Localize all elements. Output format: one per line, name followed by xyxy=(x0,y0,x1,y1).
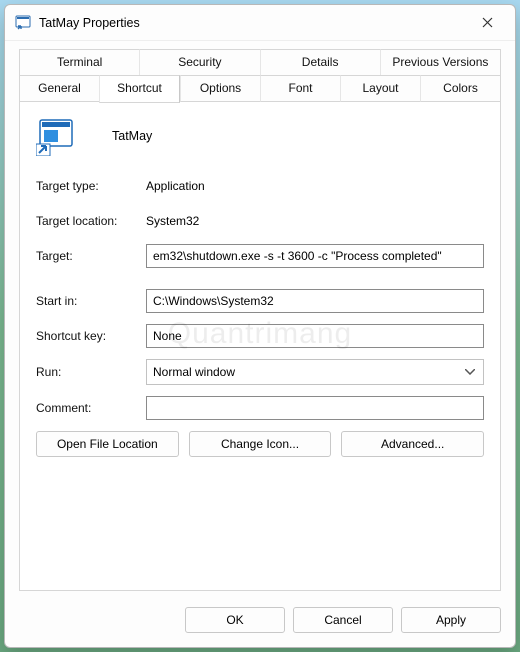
label-run: Run: xyxy=(36,365,146,379)
tab-security[interactable]: Security xyxy=(139,49,259,75)
label-comment: Comment: xyxy=(36,401,146,415)
tab-layout[interactable]: Layout xyxy=(340,75,420,102)
tab-font[interactable]: Font xyxy=(260,75,340,102)
label-target-type: Target type: xyxy=(36,179,146,193)
tab-colors[interactable]: Colors xyxy=(420,75,500,102)
shortcut-key-input[interactable] xyxy=(146,324,484,348)
label-target-location: Target location: xyxy=(36,214,146,228)
label-shortcut-key: Shortcut key: xyxy=(36,329,146,343)
shortcut-name: TatMay xyxy=(112,129,152,143)
advanced-button[interactable]: Advanced... xyxy=(341,431,484,457)
app-icon xyxy=(15,15,31,31)
shortcut-icon xyxy=(36,116,76,156)
tab-strip: Terminal Security Details Previous Versi… xyxy=(5,41,515,102)
tab-general[interactable]: General xyxy=(20,75,99,102)
tab-options[interactable]: Options xyxy=(180,75,260,102)
run-select[interactable]: Normal window xyxy=(146,359,484,385)
start-in-input[interactable] xyxy=(146,289,484,313)
value-target-location: System32 xyxy=(146,214,199,228)
close-icon xyxy=(482,17,493,28)
title-bar: TatMay Properties xyxy=(5,5,515,41)
close-button[interactable] xyxy=(465,9,509,37)
comment-input[interactable] xyxy=(146,396,484,420)
shortcut-tab-panel: TatMay Target type: Application Target l… xyxy=(19,102,501,591)
label-start-in: Start in: xyxy=(36,294,146,308)
properties-dialog: TatMay Properties Terminal Security Deta… xyxy=(4,4,516,648)
tab-shortcut[interactable]: Shortcut xyxy=(99,75,180,103)
window-title: TatMay Properties xyxy=(39,16,140,30)
tab-previous-versions[interactable]: Previous Versions xyxy=(380,49,500,75)
tab-details[interactable]: Details xyxy=(260,49,380,75)
dialog-footer: OK Cancel Apply xyxy=(5,597,515,647)
ok-button[interactable]: OK xyxy=(185,607,285,633)
value-target-type: Application xyxy=(146,179,205,193)
change-icon-button[interactable]: Change Icon... xyxy=(189,431,332,457)
label-target: Target: xyxy=(36,249,146,263)
cancel-button[interactable]: Cancel xyxy=(293,607,393,633)
apply-button[interactable]: Apply xyxy=(401,607,501,633)
target-input[interactable] xyxy=(146,244,484,268)
open-file-location-button[interactable]: Open File Location xyxy=(36,431,179,457)
tab-terminal[interactable]: Terminal xyxy=(20,49,139,75)
